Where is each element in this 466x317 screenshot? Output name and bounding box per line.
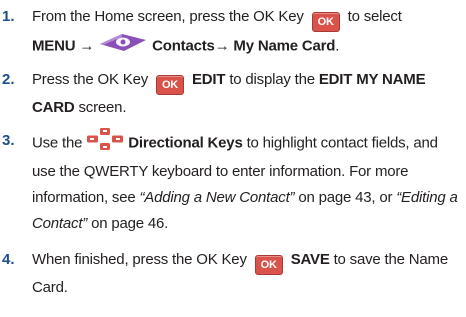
- arrow-glyph: →: [79, 37, 95, 55]
- step-text-segment: on page 43, or: [298, 189, 393, 206]
- instruction-page: 1. From the Home screen, press the OK Ke…: [0, 0, 466, 317]
- step-number: 4.: [2, 251, 15, 268]
- directional-keys-label: Directional Keys: [128, 134, 243, 152]
- step-text-segment: Use the: [32, 134, 83, 152]
- step-number: 1.: [2, 8, 15, 25]
- save-label: SAVE: [290, 251, 330, 268]
- step-text: Press the OK Key OK EDIT to display the …: [32, 67, 462, 121]
- edit-label: EDIT: [191, 71, 226, 88]
- step-text-segment: From the Home screen, press the OK Key: [32, 8, 304, 25]
- step-text-segment: .: [335, 37, 340, 55]
- step-text-segment: to select: [347, 8, 402, 25]
- ok-key-icon: OK: [156, 75, 184, 95]
- step-text-segment: screen.: [78, 99, 127, 116]
- cross-reference: “Adding a New Contact”: [139, 189, 295, 206]
- step-text: When finished, press the OK Key OK SAVE …: [32, 247, 462, 301]
- step-text-segment: When finished, press the OK Key: [32, 251, 247, 268]
- step-number: 2.: [2, 71, 15, 88]
- step-number: 3.: [2, 132, 15, 149]
- step-text-segment: Press the OK Key: [32, 71, 149, 88]
- step-text: From the Home screen, press the OK Key O…: [32, 4, 462, 61]
- step-text-segment: to display the: [229, 71, 315, 88]
- menu-label: MENU: [32, 37, 76, 55]
- ok-key-icon: OK: [254, 255, 283, 275]
- directional-keys-icon: [86, 128, 124, 159]
- step-text: Use the Directional Keys to highlight co…: [32, 128, 462, 237]
- step-text-segment: on page 46.: [91, 215, 169, 232]
- contacts-path-label: Contacts→ My Name Card: [152, 37, 336, 55]
- ok-key-icon: OK: [311, 12, 340, 32]
- contacts-icon: [98, 32, 148, 61]
